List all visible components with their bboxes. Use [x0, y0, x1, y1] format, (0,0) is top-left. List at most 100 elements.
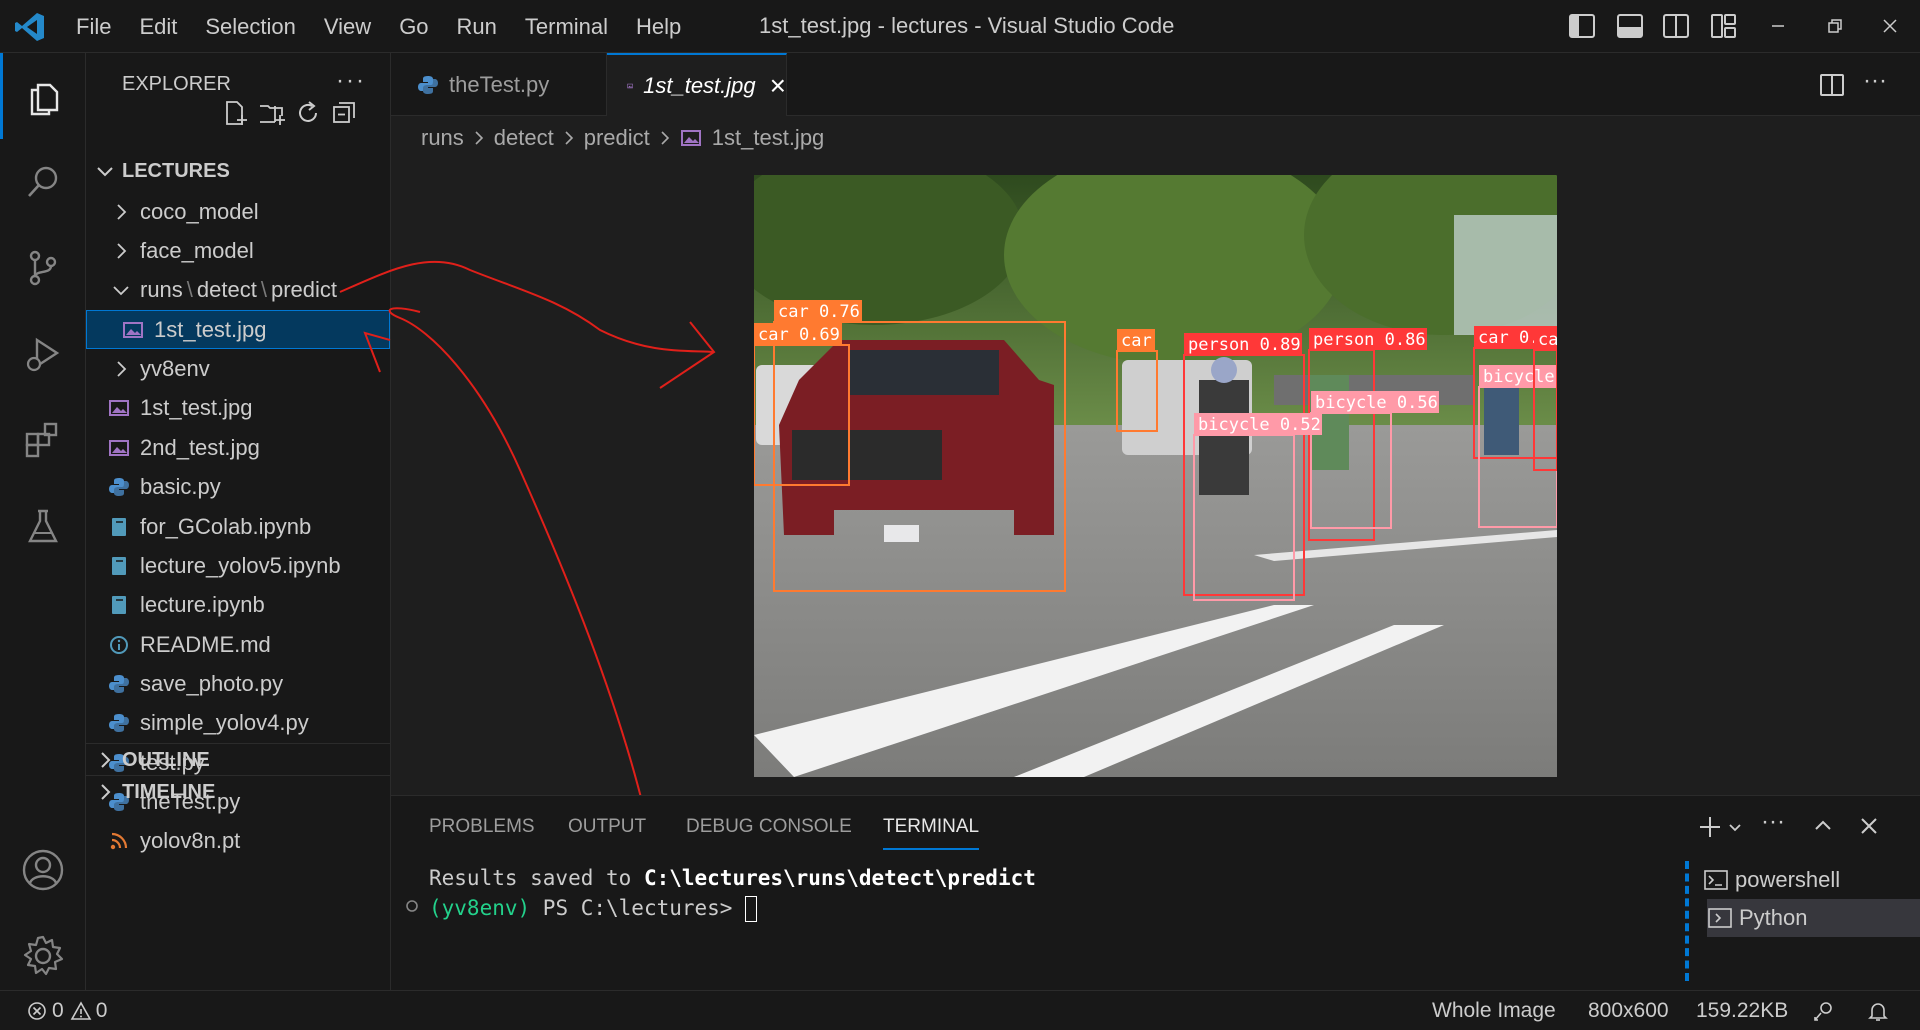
tab-close-icon[interactable]: ×	[770, 70, 786, 102]
title-bar: File Edit Selection View Go Run Terminal…	[0, 0, 1920, 53]
breadcrumb-detect[interactable]: detect	[494, 125, 554, 151]
python-icon	[418, 75, 438, 94]
toggle-primary-sidebar-icon[interactable]	[1568, 13, 1596, 39]
extensions-activity[interactable]	[0, 397, 86, 483]
tree-file-lecture-ipynb[interactable]: lecture.ipynb	[86, 585, 390, 624]
bell-icon[interactable]	[1866, 999, 1890, 1023]
sky-patch	[1454, 215, 1557, 335]
menu-selection[interactable]: Selection	[191, 14, 310, 40]
breadcrumb-file[interactable]: 1st_test.jpg	[712, 125, 825, 151]
tree-label: yv8env	[140, 355, 210, 381]
menu-run[interactable]: Run	[443, 14, 511, 40]
explorer-more-actions-icon[interactable]: ···	[336, 67, 366, 95]
files-icon	[30, 83, 58, 116]
tab-label: 1st_test.jpg	[643, 72, 756, 98]
menu-help[interactable]: Help	[622, 14, 695, 40]
terminal-icon	[1708, 908, 1732, 928]
chevron-down-icon[interactable]	[1727, 820, 1743, 836]
tree-file-2nd-test-jpg[interactable]: 2nd_test.jpg	[86, 428, 390, 467]
menu-terminal[interactable]: Terminal	[511, 14, 622, 40]
tree-folder-face-model[interactable]: face_model	[86, 231, 390, 270]
tree-file-simple-yolov4-py[interactable]: simple_yolov4.py	[86, 703, 390, 742]
tree-label-part: predict	[270, 276, 338, 302]
manage-activity[interactable]	[0, 913, 86, 999]
tree-file-1st-test-jpg[interactable]: 1st_test.jpg	[86, 310, 390, 349]
detection-label: person 0.86	[1313, 330, 1426, 350]
terminal-item-label: powershell	[1735, 867, 1841, 892]
refresh-icon[interactable]	[294, 99, 322, 127]
breadcrumb-runs[interactable]: runs	[421, 125, 464, 151]
command-decoration-icon	[406, 900, 418, 912]
tree-label: coco_model	[140, 198, 259, 224]
new-folder-icon[interactable]	[258, 99, 286, 127]
terminal-env: (yv8env)	[429, 896, 531, 920]
tree-label: face_model	[140, 237, 254, 263]
truck-grille	[792, 430, 942, 480]
minimize-icon[interactable]	[1766, 14, 1790, 38]
tree-file-save-photo-py[interactable]: save_photo.py	[86, 664, 390, 703]
annotation-arrowhead	[659, 321, 716, 389]
breadcrumb-predict[interactable]: predict	[584, 125, 650, 151]
accounts-activity[interactable]	[0, 827, 86, 913]
chevron-right-icon	[475, 131, 483, 145]
terminal-prompt-line[interactable]: (yv8env) PS C:\lectures>	[429, 896, 758, 922]
status-bar: 0 0 Whole Image 800x600 159.22KB	[0, 990, 1920, 1030]
source-control-activity[interactable]	[0, 225, 86, 311]
tree-file-yolov8n-pt[interactable]: yolov8n.pt	[86, 821, 390, 860]
chevron-right-icon	[565, 131, 573, 145]
timeline-section-header[interactable]: TIMELINE	[86, 774, 390, 810]
tree-file-1st-test-jpg[interactable]: 1st_test.jpg	[86, 388, 390, 427]
problems-indicator[interactable]: 0 0	[26, 999, 107, 1023]
tab-debug-console[interactable]: DEBUG CONSOLE	[686, 816, 852, 838]
new-terminal-icon[interactable]	[1697, 814, 1723, 840]
panel-more-actions-icon[interactable]: ···	[1761, 808, 1785, 836]
menu-view[interactable]: View	[310, 14, 385, 40]
tab-terminal[interactable]: TERMINAL	[883, 816, 980, 850]
tree-folder-runs-detect-predict[interactable]: runs \ detect \ predict	[86, 270, 390, 309]
tree-label: lecture.ipynb	[140, 591, 265, 617]
search-activity[interactable]	[0, 139, 86, 225]
terminal-item-powershell[interactable]: powershell	[1703, 861, 1903, 899]
image-preview[interactable]: car 0.76 car 0.69 car person 0.89 person 0.8…	[754, 175, 1557, 777]
tab-problems[interactable]: PROBLEMS	[429, 816, 535, 838]
close-window-icon[interactable]	[1878, 14, 1902, 38]
editor-more-actions-icon[interactable]: ···	[1863, 67, 1887, 95]
feedback-icon[interactable]	[1812, 999, 1836, 1023]
terminal-icon	[1704, 870, 1728, 890]
workspace-section-header[interactable]: LECTURES	[86, 153, 390, 189]
tree-file-basic-py[interactable]: basic.py	[86, 467, 390, 506]
maximize-panel-icon[interactable]	[1811, 814, 1835, 838]
tab-1st-test-jpg[interactable]: 1st_test.jpg ×	[607, 53, 787, 116]
tab-output[interactable]: OUTPUT	[568, 816, 646, 838]
customize-layout-icon[interactable]	[1710, 13, 1738, 39]
explorer-activity[interactable]	[0, 53, 86, 139]
tree-folder-yv8env[interactable]: yv8env	[86, 349, 390, 388]
toggle-secondary-sidebar-icon[interactable]	[1662, 13, 1690, 39]
split-editor-icon[interactable]	[1819, 73, 1845, 97]
tree-file-readme-md[interactable]: README.md	[86, 625, 390, 664]
tab-thetest-py[interactable]: theTest.py	[391, 53, 607, 116]
menu-go[interactable]: Go	[385, 14, 442, 40]
tree-file-lecture-yolov5-ipynb[interactable]: lecture_yolov5.ipynb	[86, 546, 390, 585]
editor-tab-bar: theTest.py 1st_test.jpg × ···	[391, 53, 1920, 116]
tree-folder-coco-model[interactable]: coco_model	[86, 192, 390, 231]
detection-label: ca	[1538, 330, 1557, 350]
detection-label: person 0.89	[1188, 335, 1301, 355]
bottom-panel: PROBLEMS OUTPUT DEBUG CONSOLE TERMINAL ·…	[391, 795, 1920, 990]
menu-file[interactable]: File	[62, 14, 125, 40]
collapse-all-icon[interactable]	[330, 99, 358, 127]
close-panel-icon[interactable]	[1857, 814, 1881, 838]
image-icon	[627, 83, 633, 88]
run-debug-activity[interactable]	[0, 311, 86, 397]
testing-activity[interactable]	[0, 483, 86, 569]
python-icon	[109, 713, 129, 732]
toggle-panel-icon[interactable]	[1616, 13, 1644, 39]
restore-icon[interactable]	[1822, 14, 1846, 38]
outline-section-header[interactable]: OUTLINE	[86, 742, 390, 778]
new-file-icon[interactable]	[222, 99, 250, 127]
zoom-status[interactable]: Whole Image	[1432, 999, 1556, 1023]
detection-label: bicycle	[1483, 367, 1555, 387]
menu-edit[interactable]: Edit	[125, 14, 191, 40]
terminal-item-python[interactable]: Python	[1707, 899, 1920, 937]
tree-file-for-gcolab-ipynb[interactable]: for_GColab.ipynb	[86, 507, 390, 546]
